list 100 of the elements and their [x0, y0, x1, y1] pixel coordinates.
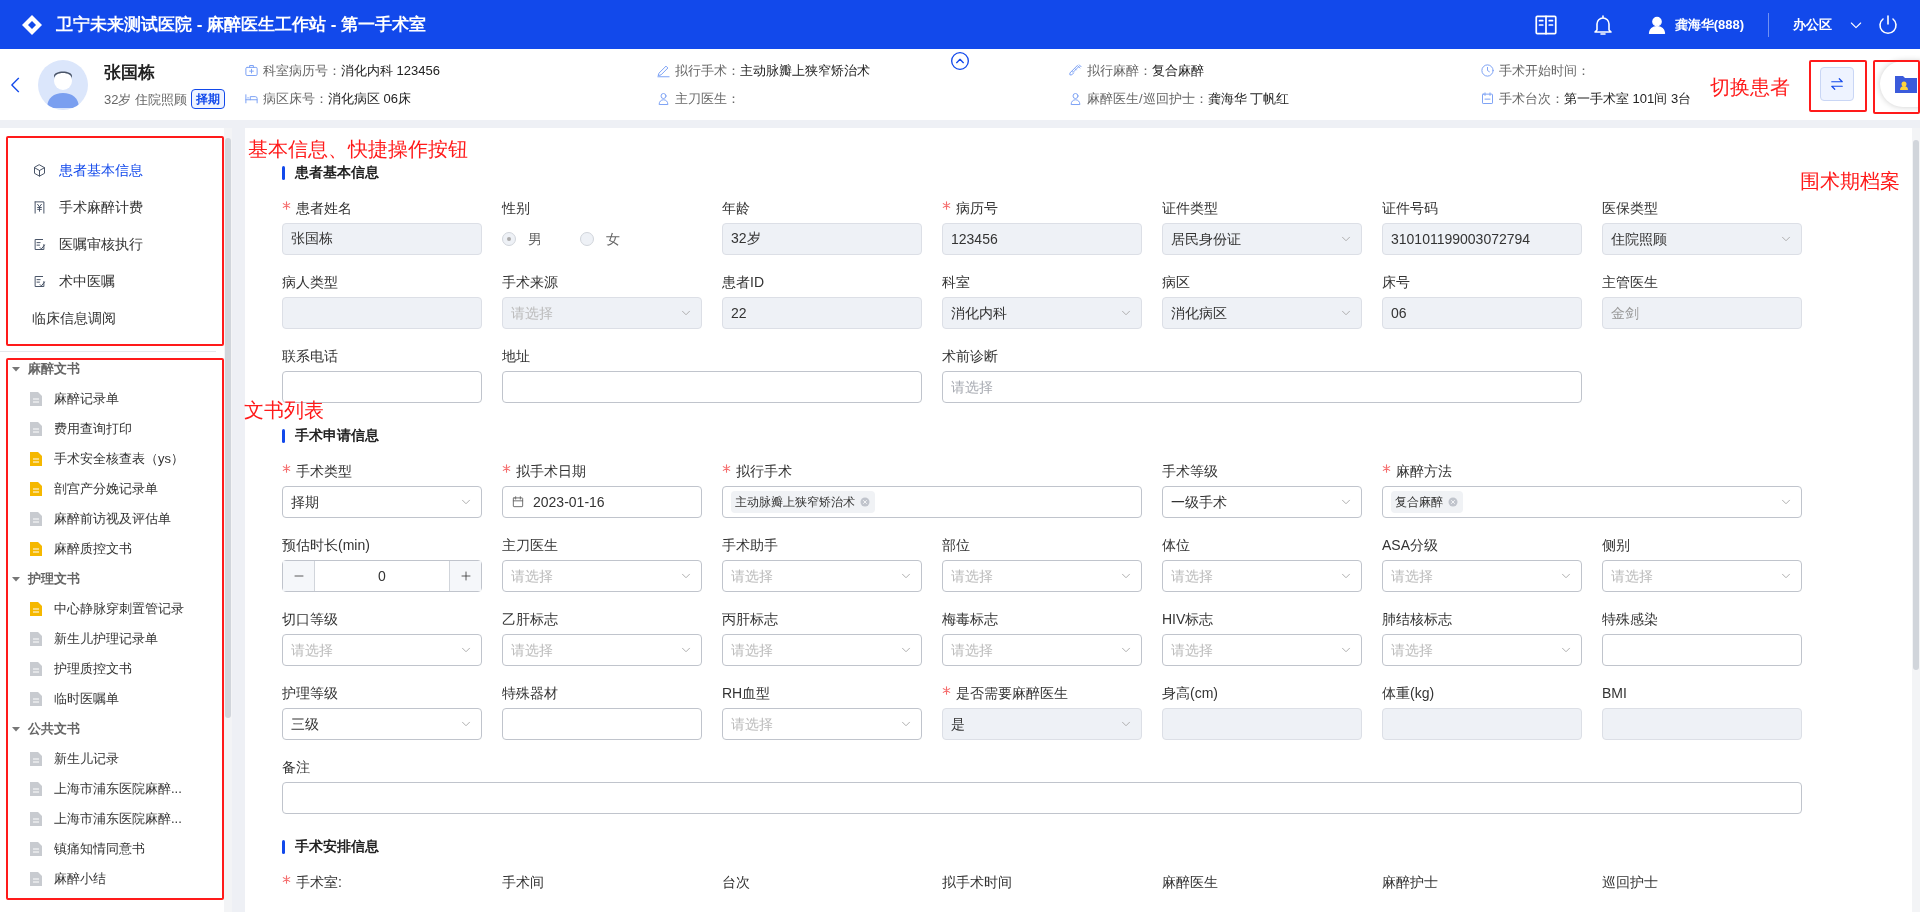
quick-menu-item[interactable]: 患者基本信息	[32, 152, 224, 189]
field-label: 病历号	[956, 198, 998, 218]
checklist-icon	[32, 274, 47, 289]
annotation-frame	[1873, 60, 1920, 114]
field-label: 切口等级	[282, 609, 338, 629]
field-label: 丙肝标志	[722, 609, 778, 629]
quick-menu-item[interactable]: 手术麻醉计费	[32, 189, 224, 226]
field-label: 术前诊断	[942, 346, 998, 366]
field-label: 证件号码	[1382, 198, 1438, 218]
field-label: 年龄	[722, 198, 750, 218]
app-title: 卫宁未来测试医院 - 麻醉医生工作站 - 第一手术室	[56, 13, 427, 36]
field-label: 肺结核标志	[1382, 609, 1452, 629]
info-value: 主动脉瓣上狭窄矫治术	[740, 62, 870, 80]
field-label: 患者姓名	[296, 198, 352, 218]
field-label: 拟行手术	[736, 461, 792, 481]
info-value: 第一手术室 101间 3台	[1564, 89, 1692, 108]
field-label: 手术助手	[722, 535, 778, 555]
document-item[interactable]: 上海市浦东医院麻醉...	[54, 779, 182, 799]
field-label: ASA分级	[1382, 535, 1438, 555]
field-label: 乙肝标志	[502, 609, 558, 629]
date-field[interactable]: 2023-01-16	[502, 486, 702, 518]
scrollbar[interactable]	[225, 138, 231, 718]
info-label: 拟行麻醉：	[1087, 62, 1152, 80]
quick-menu-item[interactable]: 临床信息调阅	[32, 300, 224, 337]
input-field[interactable]	[502, 708, 702, 740]
section-title: 手术安排信息	[295, 837, 379, 856]
field-label: 手术室:	[296, 872, 342, 892]
field-label: 手术间	[502, 872, 544, 892]
quick-menu-item[interactable]: 医嘱审核执行	[32, 226, 224, 263]
field-label: 麻醉医生	[1162, 872, 1218, 892]
select-field[interactable]: 三级	[282, 708, 482, 740]
calendar-icon	[511, 495, 525, 509]
document-item[interactable]: 麻醉小结	[54, 869, 106, 889]
select-field[interactable]: 择期	[282, 486, 482, 518]
folder-icon	[1894, 74, 1918, 94]
field-label: 地址	[502, 346, 530, 366]
document-item[interactable]: 麻醉记录单	[54, 389, 119, 409]
field-label: 体位	[1162, 535, 1190, 555]
field-label: 麻醉方法	[1396, 461, 1452, 481]
input-field[interactable]	[502, 371, 922, 403]
info-label: 麻醉医生/巡回护士：	[1087, 89, 1208, 108]
document-group[interactable]: 公共文书	[0, 714, 224, 744]
field-label: BMI	[1602, 683, 1627, 703]
user-name[interactable]: 龚海华(888)	[1674, 14, 1744, 35]
field-label: 部位	[942, 535, 970, 555]
document-item[interactable]: 护理质控文书	[54, 659, 132, 679]
field-label: 护理等级	[282, 683, 338, 703]
field-label: 证件类型	[1162, 198, 1218, 218]
tag-select-field[interactable]: 复合麻醉	[1382, 486, 1802, 518]
document-item[interactable]: 费用查询打印	[54, 419, 132, 439]
tag: 主动脉瓣上狭窄矫治术	[731, 491, 875, 513]
field-label: 联系电话	[282, 346, 338, 366]
tag: 复合麻醉	[1391, 491, 1463, 513]
document-item[interactable]: 剖宫产分娩记录单	[54, 479, 158, 499]
avatar	[38, 59, 88, 110]
plus-icon	[459, 570, 472, 582]
document-item[interactable]: 中心静脉穿刺置管记录	[54, 599, 184, 619]
tag-select-field[interactable]: 主动脉瓣上狭窄矫治术	[722, 486, 1142, 518]
syringe-icon	[1068, 63, 1083, 79]
field-label: HIV标志	[1162, 609, 1214, 629]
document-item[interactable]: 镇痛知情同意书	[54, 839, 145, 859]
field-label: 拟手术日期	[516, 461, 586, 481]
info-label: 手术台次：	[1499, 89, 1564, 108]
document-item[interactable]: 新生儿记录	[54, 749, 119, 769]
calendar-icon	[1480, 90, 1495, 106]
area-name[interactable]: 办公区	[1793, 14, 1832, 35]
document-item[interactable]: 新生儿护理记录单	[54, 629, 158, 649]
field-label: RH血型	[722, 683, 771, 703]
field-label: 科室	[942, 272, 970, 292]
info-value: 消化内科 123456	[341, 62, 440, 80]
scrollbar[interactable]	[1913, 140, 1919, 670]
annotation-text: 围术期档案	[1800, 169, 1900, 194]
input-field[interactable]: 请选择	[942, 371, 1582, 403]
document-item[interactable]: 麻醉前访视及评估单	[54, 509, 171, 529]
switch-patient-button[interactable]	[1820, 67, 1854, 101]
field-label: 是否需要麻醉医生	[956, 683, 1068, 703]
section-title: 手术申请信息	[295, 426, 379, 445]
field-label: 主管医生	[1602, 272, 1658, 292]
field-label: 体重(kg)	[1382, 683, 1435, 703]
field-label: 特殊感染	[1602, 609, 1658, 629]
power-icon	[1876, 12, 1900, 37]
select-field[interactable]: 一级手术	[1162, 486, 1362, 518]
annotation-text: 基本信息、快捷操作按钮	[248, 137, 468, 162]
document-group[interactable]: 麻醉文书	[0, 354, 224, 384]
number-stepper[interactable]: 0	[282, 560, 482, 592]
document-item[interactable]: 麻醉质控文书	[54, 539, 132, 559]
input-field[interactable]	[1602, 634, 1802, 666]
input-field[interactable]	[282, 782, 1802, 814]
field-label: 手术等级	[1162, 461, 1218, 481]
close-icon	[1447, 496, 1459, 508]
document-item[interactable]: 上海市浦东医院麻醉...	[54, 809, 182, 829]
field-label: 医保类型	[1602, 198, 1658, 218]
document-item[interactable]: 临时医嘱单	[54, 689, 119, 709]
info-label: 拟行手术：	[675, 62, 740, 80]
document-item[interactable]: 手术安全核查表（ys）	[54, 449, 184, 469]
quick-menu-item[interactable]: 术中医嘱	[32, 263, 224, 300]
surgery-type-badge: 择期	[191, 89, 226, 110]
document-group[interactable]: 护理文书	[0, 564, 224, 594]
checklist-icon	[32, 237, 47, 252]
close-icon	[859, 496, 871, 508]
